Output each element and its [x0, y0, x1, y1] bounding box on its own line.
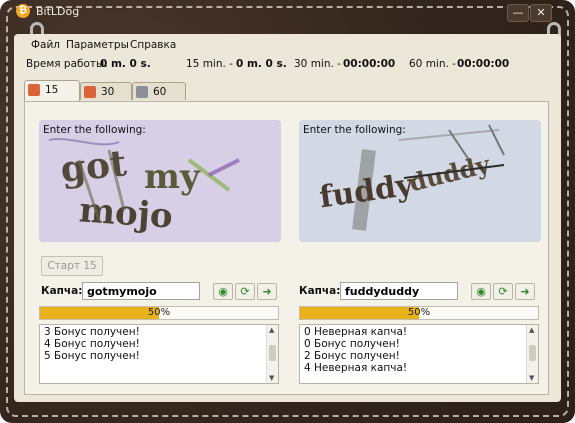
menu-file[interactable]: Файл — [31, 39, 60, 51]
captcha-label-right: Капча: — [299, 285, 341, 297]
log-line: 2 Бонус получен! — [304, 350, 400, 362]
timer-30-value: 00:00:00 — [343, 58, 396, 70]
main-content: Файл Параметры Справка Время работы: 0 m… — [14, 34, 561, 402]
progress-bar-left: 50% — [39, 306, 279, 320]
log-line: 0 Бонус получен! — [304, 338, 400, 350]
scroll-up-icon[interactable]: ▲ — [529, 326, 534, 334]
timer-15-value: 0 m. 0 s. — [236, 58, 287, 70]
tab-30-min[interactable]: 30 min — [80, 82, 132, 116]
log-line: 3 Бонус получен! — [44, 326, 140, 338]
captcha-image-left: got my mojo — [39, 120, 281, 242]
progress-bar-right: 50% — [299, 306, 539, 320]
arrow-right-icon: ➜ — [520, 285, 530, 298]
audio-captcha-button[interactable]: ◉ — [471, 283, 491, 300]
arrow-right-icon: ➜ — [262, 285, 272, 298]
menu-settings[interactable]: Параметры — [66, 39, 129, 51]
scroll-thumb[interactable] — [529, 345, 536, 361]
tab-bar: 15 min 30 min 60 min — [24, 80, 544, 116]
scroll-down-icon[interactable]: ▼ — [269, 374, 274, 382]
log-box-left[interactable]: 3 Бонус получен! 4 Бонус получен! 5 Бону… — [39, 324, 279, 384]
uptime-label: Время работы: — [26, 58, 108, 70]
refresh-captcha-button[interactable]: ⟳ — [235, 283, 255, 300]
timer-30-label: 30 min. - — [294, 58, 341, 70]
submit-captcha-button[interactable]: ➜ — [257, 283, 277, 300]
close-button[interactable]: ✕ — [530, 4, 552, 22]
refresh-captcha-button[interactable]: ⟳ — [493, 283, 513, 300]
menu-help[interactable]: Справка — [130, 39, 176, 51]
timer-15-label: 15 min. - — [186, 58, 233, 70]
calendar-icon — [28, 84, 40, 96]
captcha-label-left: Капча: — [41, 285, 83, 297]
sound-icon: ◉ — [218, 285, 228, 298]
menu-bar: Файл Параметры Справка — [14, 34, 561, 54]
refresh-icon: ⟳ — [240, 285, 250, 298]
timer-60-value: 00:00:00 — [457, 58, 510, 70]
audio-captcha-button[interactable]: ◉ — [213, 283, 233, 300]
stats-bar: Время работы: 0 m. 0 s. 15 min. - 0 m. 0… — [14, 56, 561, 74]
calendar-icon — [136, 86, 148, 98]
submit-captcha-button[interactable]: ➜ — [515, 283, 535, 300]
progress-text-right: 50% — [407, 307, 431, 318]
log-line: 4 Бонус получен! — [44, 338, 140, 350]
scroll-up-icon[interactable]: ▲ — [269, 326, 274, 334]
captcha-prompt-left-overlay: Enter the following: — [43, 124, 146, 136]
scroll-thumb[interactable] — [269, 345, 276, 361]
tab-panel-15-min: Enter the following: got my mojo Enter t… — [24, 101, 549, 395]
progress-text-left: 50% — [147, 307, 171, 318]
captcha-prompt-right: Enter the following: — [303, 124, 406, 136]
scroll-down-icon[interactable]: ▼ — [529, 374, 534, 382]
captcha-input-left[interactable] — [82, 282, 200, 300]
log-line: 5 Бонус получен! — [44, 350, 140, 362]
captcha-input-right[interactable] — [340, 282, 458, 300]
scrollbar-left[interactable]: ▲ ▼ — [266, 325, 278, 383]
log-line: 0 Неверная капча! — [304, 326, 408, 338]
window-title: BitLDog — [36, 5, 80, 18]
calendar-icon — [84, 86, 96, 98]
sound-icon: ◉ — [476, 285, 486, 298]
timer-60-label: 60 min. - — [409, 58, 456, 70]
start-15-button[interactable]: Старт 15 — [41, 256, 103, 276]
minimize-button[interactable]: — — [507, 4, 529, 22]
log-box-right[interactable]: 0 Неверная капча! 0 Бонус получен! 2 Бон… — [299, 324, 539, 384]
refresh-icon: ⟳ — [498, 285, 508, 298]
bitcoin-icon: ₿ — [16, 4, 30, 18]
scrollbar-right[interactable]: ▲ ▼ — [526, 325, 538, 383]
captcha-image-right: fuddy duddy — [299, 120, 541, 242]
log-line: 4 Неверная капча! — [304, 362, 408, 374]
uptime-value: 0 m. 0 s. — [100, 58, 151, 70]
tab-60-min[interactable]: 60 min — [132, 82, 186, 116]
tab-15-min[interactable]: 15 min — [24, 80, 80, 114]
